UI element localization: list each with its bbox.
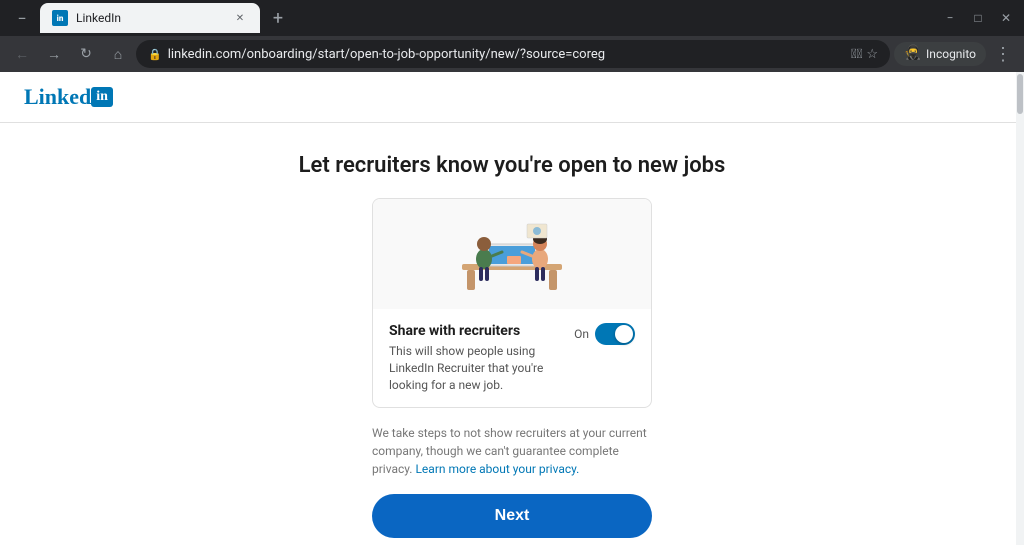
linkedin-header: Linked in: [0, 72, 1024, 123]
maximize-button[interactable]: □: [968, 8, 988, 28]
close-button[interactable]: ✕: [996, 8, 1016, 28]
incognito-button[interactable]: 🥷 Incognito: [894, 42, 986, 66]
card-body: Share with recruiters This will show peo…: [373, 309, 651, 407]
tab-close-button[interactable]: ✕: [232, 10, 248, 26]
window-control-minimize[interactable]: −: [8, 4, 36, 32]
tab-favicon: in: [52, 10, 68, 26]
logo-text-linked: Linked: [24, 84, 91, 110]
card-illustration: [373, 199, 651, 309]
ssl-lock-icon: 🔒: [148, 48, 162, 61]
page-content: Linked in Let recruiters know you're ope…: [0, 72, 1024, 545]
linkedin-logo: Linked in: [24, 84, 1000, 110]
tab-title: LinkedIn: [76, 11, 224, 25]
address-bar: ← → ↻ ⌂ 🔒 linkedin.com/onboarding/start/…: [0, 36, 1024, 72]
page-title: Let recruiters know you're open to new j…: [299, 153, 726, 178]
toggle-label: On: [574, 327, 589, 341]
share-description: This will show people using LinkedIn Rec…: [389, 343, 562, 393]
home-button[interactable]: ⌂: [104, 40, 132, 68]
window-controls: − □ ✕: [940, 8, 1016, 28]
url-action-icons: 👁⃠ ☆: [851, 47, 878, 62]
eye-off-icon[interactable]: 👁⃠: [851, 47, 863, 62]
bookmark-icon[interactable]: ☆: [866, 47, 878, 62]
active-tab[interactable]: in LinkedIn ✕: [40, 3, 260, 33]
toggle-knob: [615, 325, 633, 343]
privacy-link[interactable]: Learn more about your privacy.: [415, 462, 579, 476]
illustration-svg: [432, 204, 592, 304]
next-button[interactable]: Next: [372, 494, 652, 538]
recruiter-card: Share with recruiters This will show peo…: [372, 198, 652, 408]
toggle-container: On: [574, 323, 635, 345]
browser-window: − in LinkedIn ✕ + − □ ✕ ← → ↻ ⌂ 🔒: [0, 0, 1024, 545]
url-text: linkedin.com/onboarding/start/open-to-jo…: [168, 47, 845, 62]
forward-button[interactable]: →: [40, 40, 68, 68]
url-bar[interactable]: 🔒 linkedin.com/onboarding/start/open-to-…: [136, 40, 890, 68]
privacy-note: We take steps to not show recruiters at …: [372, 424, 652, 478]
main-content-area: Let recruiters know you're open to new j…: [0, 123, 1024, 545]
browser-menu-button[interactable]: ⋮: [990, 40, 1016, 69]
back-button[interactable]: ←: [8, 40, 36, 68]
incognito-label: Incognito: [926, 47, 976, 61]
share-title: Share with recruiters: [389, 323, 562, 339]
share-toggle[interactable]: [595, 323, 635, 345]
browser-chrome: − in LinkedIn ✕ + − □ ✕ ← → ↻ ⌂ 🔒: [0, 0, 1024, 72]
minimize-button[interactable]: −: [940, 8, 960, 28]
logo-text-in: in: [91, 87, 113, 107]
incognito-icon: 🥷: [904, 45, 922, 63]
new-tab-button[interactable]: +: [264, 4, 292, 32]
scrollbar-thumb[interactable]: [1017, 74, 1023, 114]
reload-button[interactable]: ↻: [72, 40, 100, 68]
tab-bar: − in LinkedIn ✕ + − □ ✕: [0, 0, 1024, 36]
card-text: Share with recruiters This will show peo…: [389, 323, 562, 393]
page-scrollbar[interactable]: [1016, 72, 1024, 545]
